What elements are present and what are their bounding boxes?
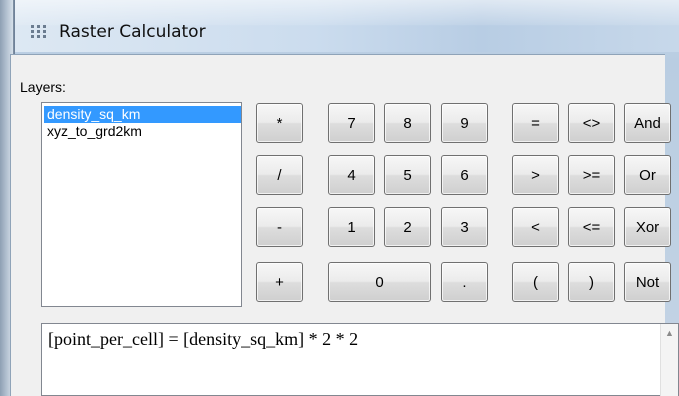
digit-5-button[interactable]: 5 <box>384 155 431 195</box>
less-equal-button[interactable]: <= <box>568 207 615 247</box>
greater-than-button[interactable]: > <box>512 155 559 195</box>
grid-dots-icon <box>31 25 46 38</box>
layer-item-xyz-to-grd2km[interactable]: xyz_to_grd2km <box>44 123 241 140</box>
greater-equal-button[interactable]: >= <box>568 155 615 195</box>
layer-item-density-sq-km[interactable]: density_sq_km <box>44 106 241 123</box>
not-equal-button[interactable]: <> <box>568 103 615 143</box>
minus-button[interactable]: - <box>256 207 303 247</box>
title-bar[interactable]: Raster Calculator <box>15 0 679 52</box>
expression-text: [point_per_cell] = [density_sq_km] * 2 *… <box>48 329 359 349</box>
layers-list[interactable]: density_sq_km xyz_to_grd2km <box>41 102 242 307</box>
screen: Raster Calculator Layers: density_sq_km … <box>0 0 679 396</box>
scroll-up-arrow-icon[interactable]: ▲ <box>661 324 678 342</box>
digit-3-button[interactable]: 3 <box>441 207 488 247</box>
digit-9-button[interactable]: 9 <box>441 103 488 143</box>
plus-button[interactable]: + <box>256 262 303 302</box>
layers-label: Layers: <box>20 79 66 95</box>
digit-7-button[interactable]: 7 <box>328 103 375 143</box>
window-title: Raster Calculator <box>59 22 206 42</box>
decimal-button[interactable]: . <box>441 262 488 302</box>
not-button[interactable]: Not <box>624 262 671 302</box>
expression-input[interactable]: [point_per_cell] = [density_sq_km] * 2 *… <box>41 323 679 396</box>
or-button[interactable]: Or <box>624 155 671 195</box>
digit-0-button[interactable]: 0 <box>328 262 431 302</box>
equal-button[interactable]: = <box>512 103 559 143</box>
expression-scrollbar[interactable]: ▲ <box>660 324 678 396</box>
digit-1-button[interactable]: 1 <box>328 207 375 247</box>
digit-8-button[interactable]: 8 <box>384 103 431 143</box>
and-button[interactable]: And <box>624 103 671 143</box>
digit-6-button[interactable]: 6 <box>441 155 488 195</box>
digit-2-button[interactable]: 2 <box>384 207 431 247</box>
close-paren-button[interactable]: ) <box>568 262 615 302</box>
multiply-button[interactable]: * <box>256 103 303 143</box>
open-paren-button[interactable]: ( <box>512 262 559 302</box>
divide-button[interactable]: / <box>256 155 303 195</box>
xor-button[interactable]: Xor <box>624 207 671 247</box>
less-than-button[interactable]: < <box>512 207 559 247</box>
digit-4-button[interactable]: 4 <box>328 155 375 195</box>
